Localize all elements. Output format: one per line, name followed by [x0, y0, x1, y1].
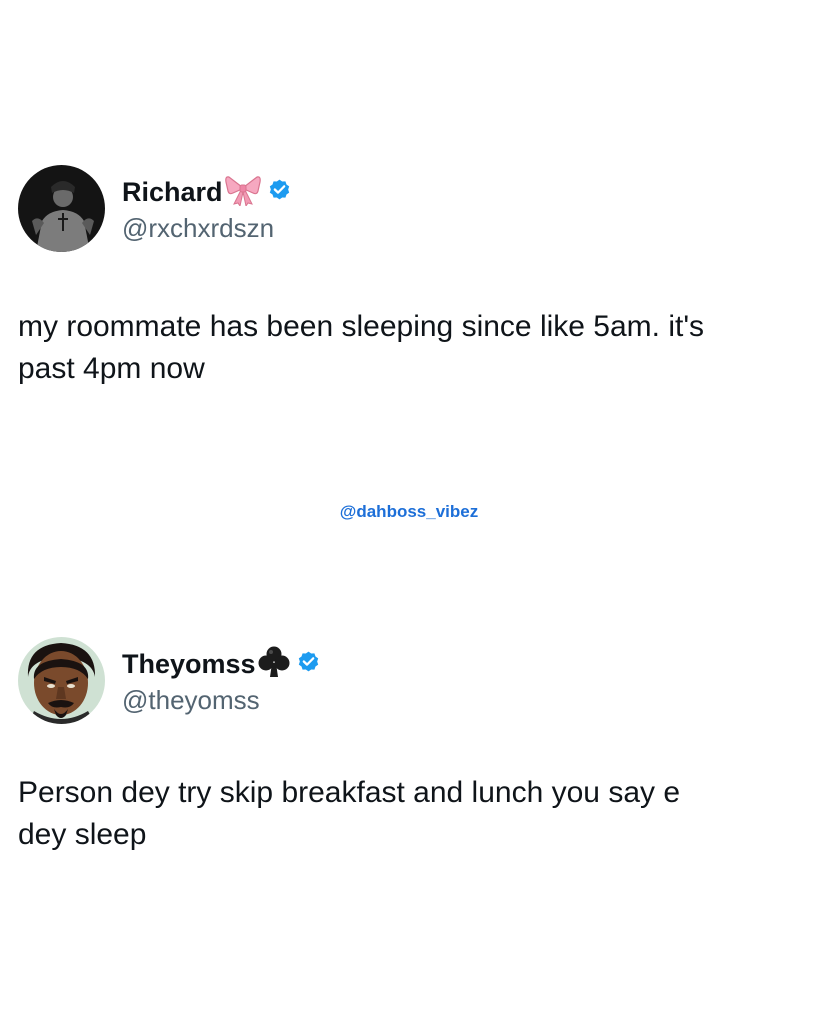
name-row: Theyomss — [122, 646, 321, 682]
watermark-handle: @dahboss_vibez — [339, 502, 479, 521]
avatar[interactable] — [18, 165, 105, 252]
display-name[interactable]: Richard — [122, 177, 223, 208]
user-handle[interactable]: @rxchxrdszn — [122, 213, 274, 244]
avatar[interactable] — [18, 637, 105, 724]
tweet-text: Person dey try skip breakfast and lunch … — [18, 776, 681, 851]
user-handle[interactable]: @theyomss — [122, 685, 260, 716]
club-suit-icon — [258, 645, 290, 684]
name-row: Richard — [122, 174, 292, 210]
tweet-text: my roommate has been sleeping since like… — [18, 310, 705, 385]
display-name[interactable]: Theyomss — [122, 649, 256, 680]
verified-badge-icon[interactable] — [267, 177, 292, 207]
verified-badge-icon[interactable] — [296, 649, 321, 679]
ribbon-bow-icon — [224, 174, 261, 211]
